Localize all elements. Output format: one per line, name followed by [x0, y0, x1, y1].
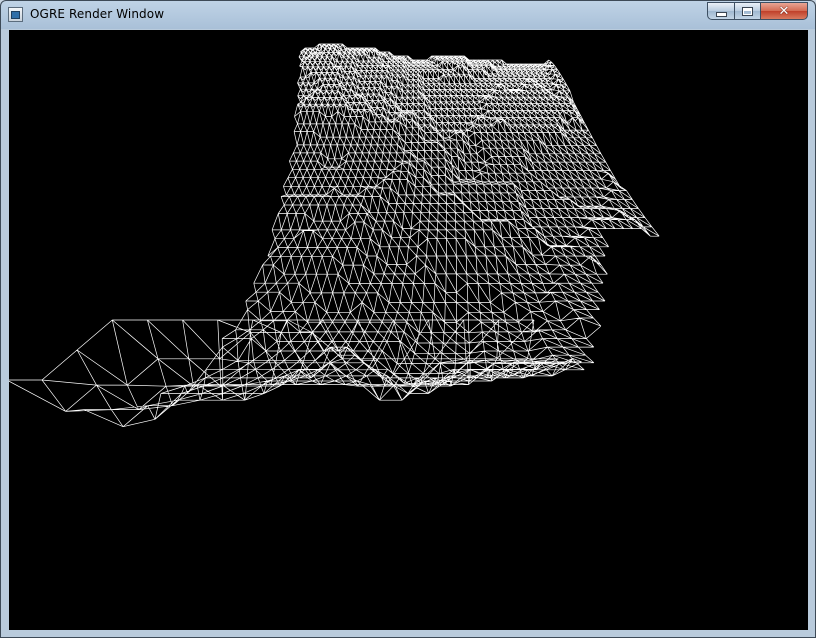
- title-bar[interactable]: OGRE Render Window ✕: [1, 1, 815, 29]
- maximize-button[interactable]: [734, 2, 761, 20]
- terrain-wireframe: [9, 43, 660, 428]
- ogre-render-window: OGRE Render Window ✕: [0, 0, 816, 638]
- minimize-button[interactable]: [707, 2, 735, 20]
- render-viewport[interactable]: [9, 30, 808, 630]
- minimize-icon: [715, 11, 727, 17]
- close-button[interactable]: ✕: [760, 2, 808, 20]
- maximize-icon: [742, 6, 753, 16]
- window-title: OGRE Render Window: [30, 7, 165, 21]
- close-icon: ✕: [778, 3, 790, 19]
- terrain-mesh-lines: [9, 43, 660, 428]
- app-icon[interactable]: [8, 7, 23, 22]
